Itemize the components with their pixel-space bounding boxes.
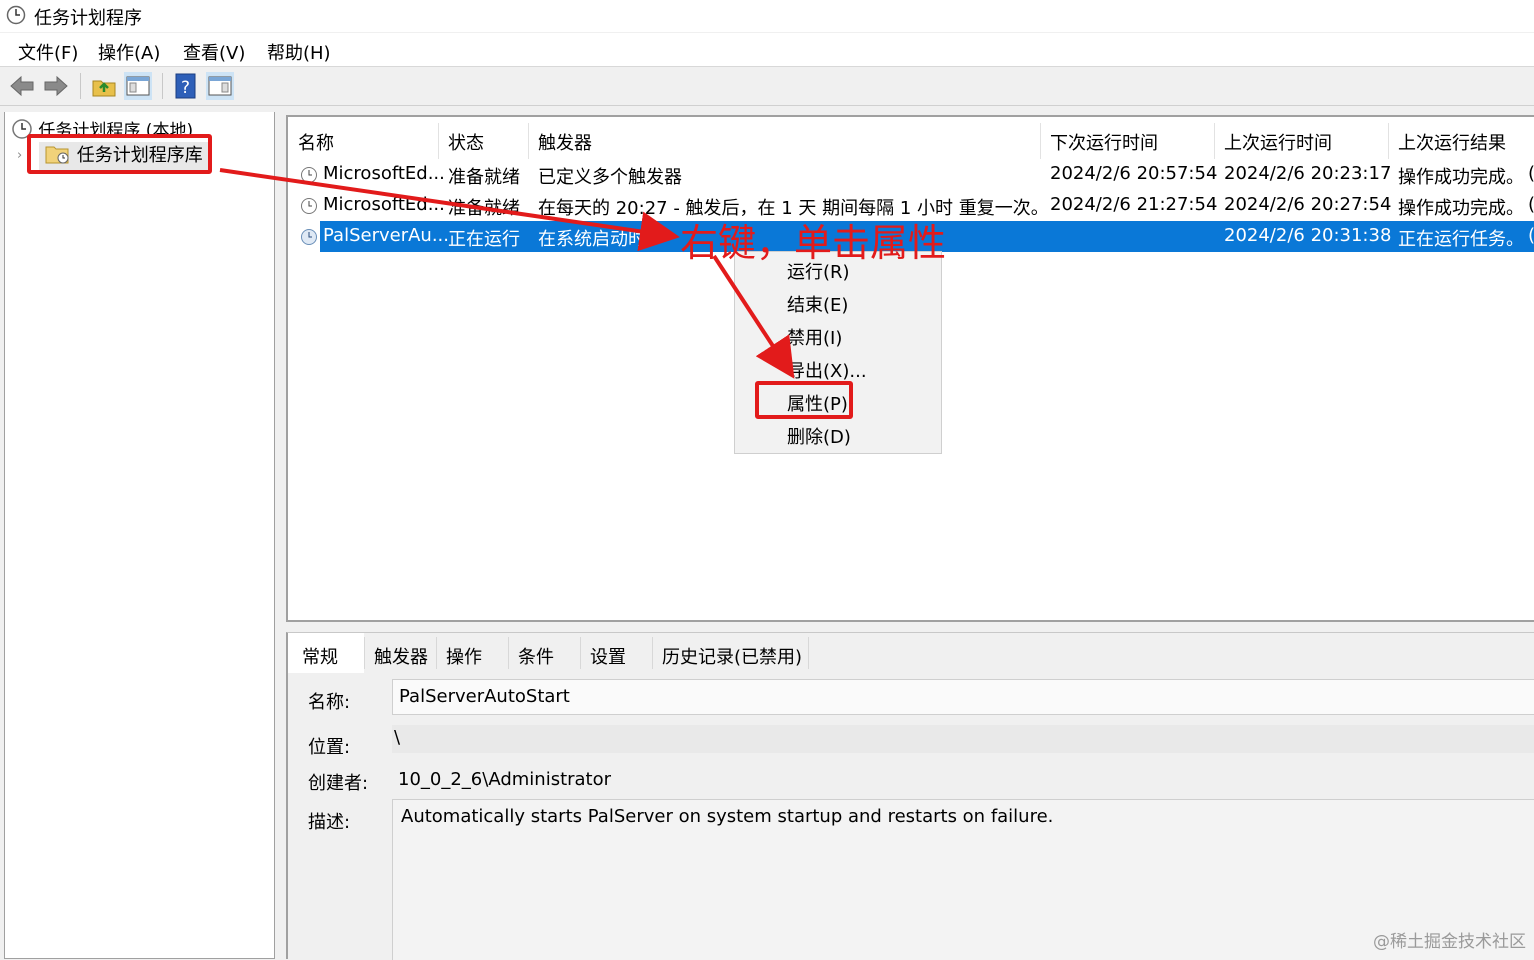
tab-actions[interactable]: 操作 — [446, 643, 482, 669]
watermark: @稀土掘金技术社区 — [1373, 932, 1526, 952]
name-value: PalServerAutoStart — [399, 686, 570, 707]
detail-pane: 常规 触发器 操作 条件 设置 历史记录(已禁用) 名称: PalServerA… — [286, 632, 1534, 960]
tab-history[interactable]: 历史记录(已禁用) — [662, 643, 802, 669]
tab-triggers[interactable]: 触发器 — [374, 643, 428, 669]
name-field[interactable]: PalServerAutoStart — [392, 679, 1534, 715]
tab-divider — [580, 637, 581, 669]
annotation-text: 右键，单击属性 — [680, 221, 947, 265]
author-label: 创建者: — [308, 773, 369, 794]
description-value: Automatically starts PalServer on system… — [401, 806, 1054, 827]
tab-divider — [508, 637, 509, 669]
location-field: \ — [392, 725, 1534, 753]
tab-divider — [436, 637, 437, 669]
author-value: 10_0_2_6\Administrator — [398, 769, 612, 790]
annotation-arrow — [219, 168, 680, 252]
description-field[interactable]: Automatically starts PalServer on system… — [392, 799, 1534, 960]
description-label: 描述: — [308, 812, 351, 833]
tab-divider — [808, 637, 809, 669]
tab-conditions[interactable]: 条件 — [518, 643, 554, 669]
location-value: \ — [394, 727, 401, 748]
location-label: 位置: — [308, 737, 351, 758]
tab-divider — [652, 637, 653, 669]
annotation-arrow — [712, 254, 795, 379]
tab-general[interactable]: 常规 — [302, 643, 338, 669]
tab-divider — [364, 637, 365, 669]
name-label: 名称: — [308, 692, 351, 713]
tab-settings[interactable]: 设置 — [590, 643, 626, 669]
